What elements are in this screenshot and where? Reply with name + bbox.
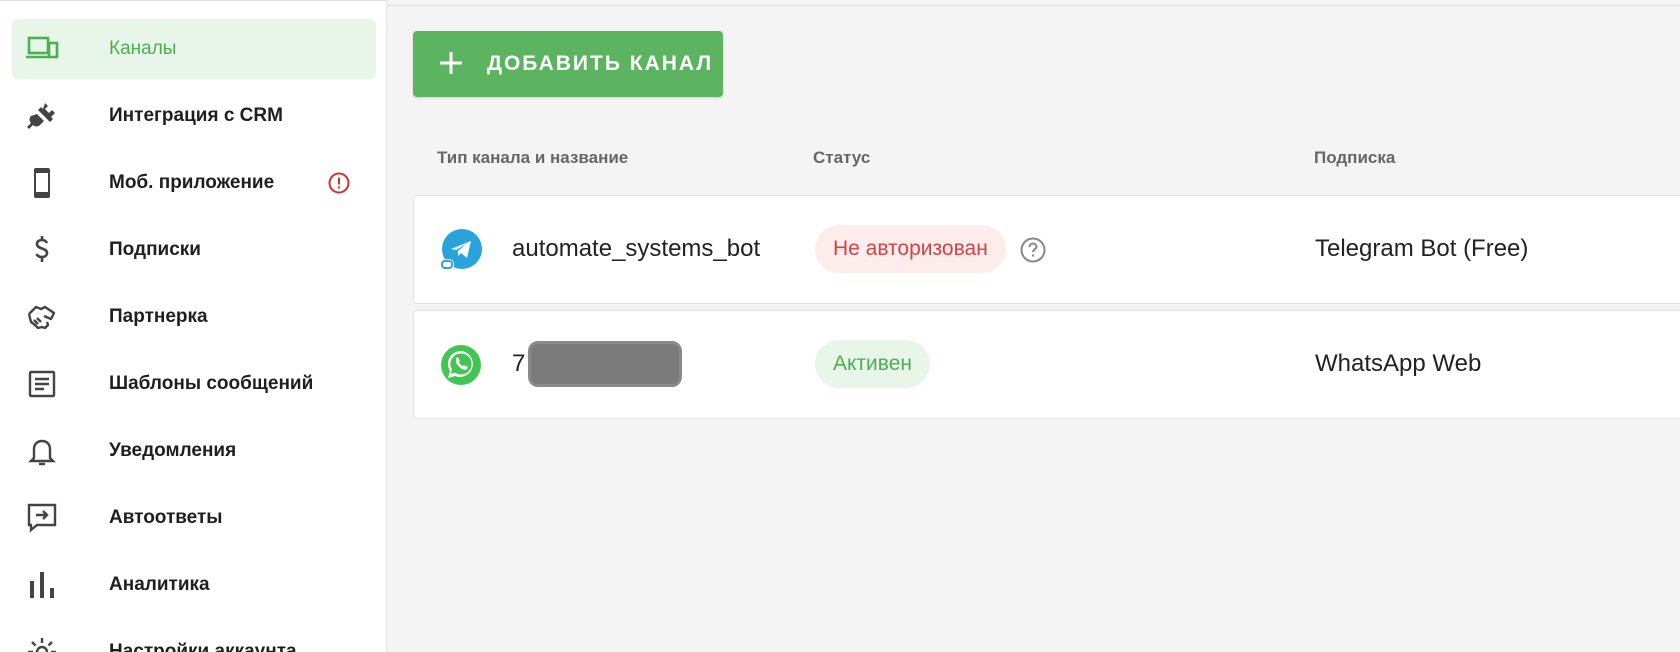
devices-icon xyxy=(24,32,60,66)
add-channel-label: ДОБАВИТЬ КАНАЛ xyxy=(487,52,714,75)
sidebar-item-label: Автоответы xyxy=(109,507,223,528)
top-divider xyxy=(387,0,1680,6)
column-header-status: Статус xyxy=(813,148,871,167)
sidebar-item-notifications[interactable]: Уведомления xyxy=(12,421,376,481)
sidebar-item-channels[interactable]: Каналы xyxy=(12,19,376,79)
bell-icon xyxy=(24,434,60,468)
plug-icon xyxy=(24,99,60,133)
column-header-subscription: Подписка xyxy=(1314,148,1396,167)
dollar-icon xyxy=(24,233,60,267)
gear-icon xyxy=(24,635,60,652)
channel-name: automate_systems_bot xyxy=(512,235,761,262)
table-row[interactable]: automate_systems_bot Не авторизован Tele… xyxy=(413,195,1680,304)
reply-icon xyxy=(24,501,60,535)
bar-chart-icon xyxy=(24,568,60,602)
telegram-icon xyxy=(439,228,483,272)
sidebar-item-analytics[interactable]: Аналитика xyxy=(12,555,376,615)
sidebar: Каналы Интеграция с CRM Моб. приложение … xyxy=(0,0,387,652)
redacted-phone-number xyxy=(528,341,682,387)
sidebar-item-label: Моб. приложение xyxy=(109,172,275,193)
sidebar-item-label: Интеграция с CRM xyxy=(109,105,283,126)
sidebar-item-label: Партнерка xyxy=(109,306,208,327)
sidebar-item-subscriptions[interactable]: Подписки xyxy=(12,220,376,280)
sidebar-item-label: Шаблоны сообщений xyxy=(109,373,314,394)
alert-icon xyxy=(327,171,351,195)
sidebar-item-label: Аналитика xyxy=(109,574,210,595)
add-channel-button[interactable]: ДОБАВИТЬ КАНАЛ xyxy=(413,31,723,97)
sidebar-item-label: Уведомления xyxy=(109,440,237,461)
whatsapp-icon xyxy=(439,343,483,387)
help-icon[interactable] xyxy=(1019,236,1047,264)
sidebar-item-mobile-app[interactable]: Моб. приложение xyxy=(12,153,376,213)
plus-icon xyxy=(437,49,465,77)
document-icon xyxy=(24,367,60,401)
status-badge: Активен xyxy=(815,340,930,388)
status-badge: Не авторизован xyxy=(815,225,1006,273)
sidebar-item-partnership[interactable]: Партнерка xyxy=(12,287,376,347)
column-header-channel: Тип канала и название xyxy=(437,148,629,167)
sidebar-item-label: Настройки аккаунта xyxy=(109,641,297,652)
sidebar-item-autoreplies[interactable]: Автоответы xyxy=(12,488,376,548)
sidebar-item-crm-integration[interactable]: Интеграция с CRM xyxy=(12,86,376,146)
sidebar-item-account-settings[interactable]: Настройки аккаунта xyxy=(12,622,376,652)
handshake-icon xyxy=(24,300,60,334)
phone-icon xyxy=(24,166,60,200)
sidebar-item-label: Каналы xyxy=(109,38,177,59)
sidebar-item-label: Подписки xyxy=(109,239,201,260)
table-row[interactable]: 7 Активен WhatsApp Web xyxy=(413,310,1680,419)
channel-name: 7 xyxy=(512,350,526,377)
sidebar-item-message-templates[interactable]: Шаблоны сообщений xyxy=(12,354,376,414)
subscription-name: Telegram Bot (Free) xyxy=(1315,235,1529,262)
subscription-name: WhatsApp Web xyxy=(1315,350,1482,377)
